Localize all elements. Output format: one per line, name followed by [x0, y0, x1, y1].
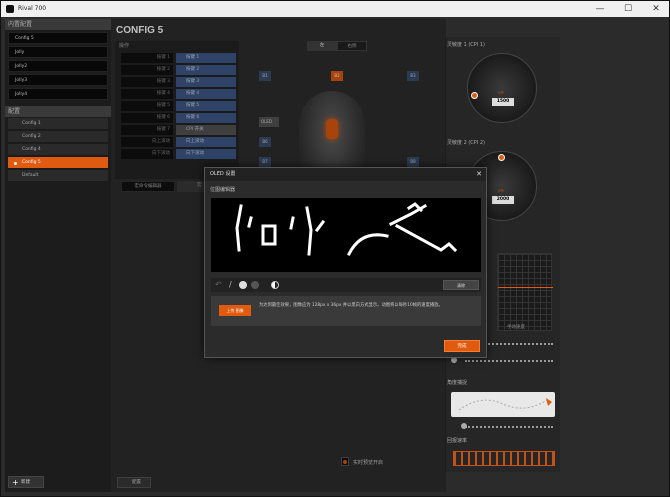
window-title: Rival 700: [18, 5, 47, 12]
slider-track[interactable]: [465, 426, 553, 428]
clear-button[interactable]: 清除: [443, 280, 479, 290]
sensitivity2-value: 2000: [492, 196, 514, 204]
library-item[interactable]: Jolly: [8, 46, 108, 58]
oled-canvas[interactable]: [211, 198, 481, 272]
oled-settings-dialog: OLED 设置 ✕ 位图编辑器 ↶ / 清除 上传 图像 为达到最佳效果，图像应…: [204, 167, 487, 358]
library-item[interactable]: Jolly3: [8, 74, 108, 86]
config-item[interactable]: Config 4: [8, 144, 108, 156]
dialog-title: OLED 设置: [205, 168, 486, 181]
close-button[interactable]: ✕: [649, 3, 663, 15]
gauge-knob-icon[interactable]: [498, 154, 505, 161]
dialog-close-button[interactable]: ✕: [476, 168, 482, 181]
invert-icon[interactable]: [271, 281, 279, 289]
acceleration-label: 手动速度: [507, 325, 525, 330]
oled-drawing: [235, 202, 458, 257]
bitmap-editor-label: 位图编辑器: [210, 187, 236, 193]
sidebar: 内置配置 Config 5 Jolly Jolly2 Jolly3 Jolly4…: [5, 19, 111, 492]
polling-rate-label: 回报速率: [447, 438, 468, 444]
active-dot-icon: [14, 162, 17, 165]
acceleration-graph[interactable]: [497, 253, 553, 331]
graph-line: [498, 287, 553, 288]
library-item[interactable]: Jolly4: [8, 88, 108, 100]
polling-rate-graph[interactable]: [453, 451, 555, 466]
black-brush-icon[interactable]: [251, 281, 259, 289]
angle-wave-icon: [458, 398, 552, 411]
slider-thumb[interactable]: [461, 423, 467, 429]
minimize-button[interactable]: —: [593, 3, 607, 15]
maximize-button[interactable]: ☐: [621, 3, 635, 15]
new-button-label: 新建: [21, 480, 30, 485]
done-button[interactable]: 完成: [444, 340, 480, 352]
sensitivity2-label: 灵敏度 2 (CPI 2): [447, 140, 486, 146]
bitmap-toolbar: ↶ / 清除: [211, 278, 481, 292]
library-item[interactable]: Config 5: [8, 32, 108, 44]
configs-header: 配置: [5, 106, 111, 117]
pencil-icon[interactable]: /: [229, 281, 237, 289]
undo-icon[interactable]: ↶: [215, 281, 223, 289]
angle-snap-label: 角度捕捉: [447, 380, 468, 386]
app-icon: [6, 5, 14, 13]
angle-snap-preview: [451, 392, 555, 417]
library-item[interactable]: Jolly2: [8, 60, 108, 72]
sensitivity1-gauge[interactable]: CPI 1500: [467, 53, 537, 123]
sensitivity1-label: 灵敏度 1 (CPI 1): [447, 42, 486, 48]
cpi-label: CPI: [498, 189, 504, 193]
gauge-knob-icon[interactable]: [471, 92, 478, 99]
config-item[interactable]: Config 2: [8, 131, 108, 143]
upload-instructions: 为达到最佳效果，图像应为 128px x 36px 并以黑白方式显示。动图将以每…: [259, 303, 443, 308]
cpi-label: CPI: [498, 91, 504, 95]
upload-area: 上传 图像 为达到最佳效果，图像应为 128px x 36px 并以黑白方式显示…: [211, 296, 481, 326]
title-bar: Rival 700 — ☐ ✕: [1, 1, 669, 17]
config-item-label: Config 5: [22, 160, 41, 165]
config-item-active[interactable]: Config 5: [8, 157, 108, 169]
white-brush-icon[interactable]: [239, 281, 247, 289]
plus-icon: +: [12, 478, 19, 487]
upload-image-button[interactable]: 上传 图像: [219, 305, 251, 316]
slider-track[interactable]: [465, 360, 553, 362]
library-header: 内置配置: [5, 19, 111, 30]
sensitivity1-value: 1500: [492, 98, 514, 106]
config-item[interactable]: Default: [8, 170, 108, 182]
config-item[interactable]: Config 1: [8, 118, 108, 130]
app-window: Rival 700 — ☐ ✕ 内置配置 Config 5 Jolly Joll…: [0, 0, 670, 497]
new-config-button[interactable]: + 新建: [8, 476, 44, 488]
